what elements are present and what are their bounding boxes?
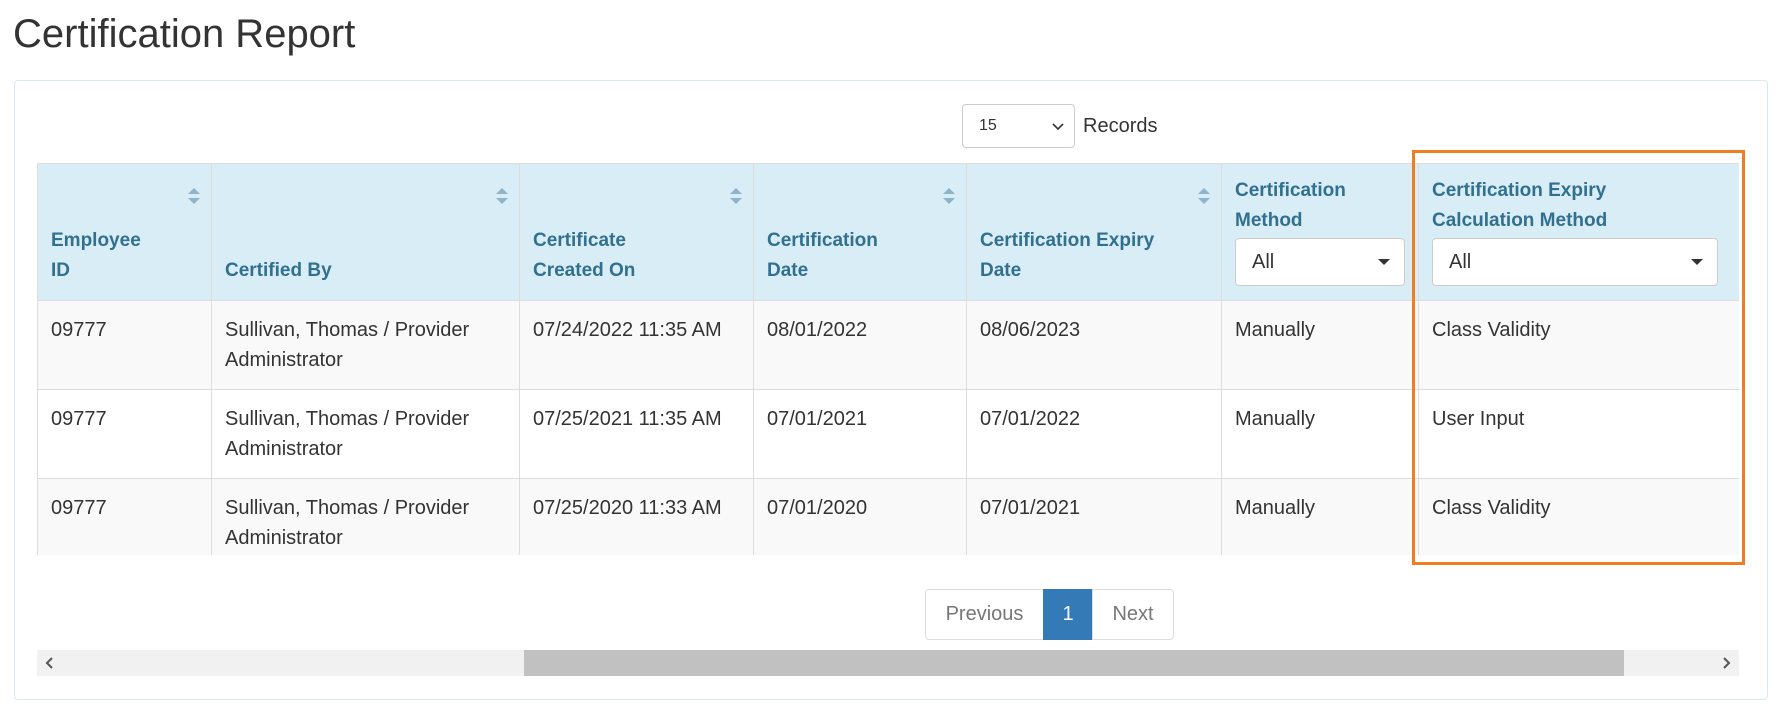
header-label: Certificate Created On xyxy=(533,230,636,281)
header-label: Certification Expiry Date xyxy=(980,230,1155,281)
cell-certified-by: Sullivan, Thomas / Provider Administrato… xyxy=(211,389,520,479)
cell-method: Manually xyxy=(1221,389,1419,479)
scroll-left-arrow[interactable] xyxy=(37,650,63,676)
header-expiry-calculation-method: Certification Expiry Calculation Method … xyxy=(1418,163,1739,301)
page-title: Certification Report xyxy=(13,12,356,56)
table-header-row: Employee ID Certified By Certificate Cre… xyxy=(37,163,1739,301)
filter-value: All xyxy=(1252,251,1275,273)
records-per-page: 15 Records xyxy=(962,104,1157,148)
filter-value: All xyxy=(1449,251,1472,273)
certification-method-filter[interactable]: All xyxy=(1235,238,1405,286)
sort-icon xyxy=(730,188,742,204)
header-label: Employee ID xyxy=(51,230,141,281)
records-select-value: 15 xyxy=(979,117,997,134)
cell-method: Manually xyxy=(1221,300,1419,390)
records-per-page-select[interactable]: 15 xyxy=(962,104,1075,148)
table-row: 09777 Sullivan, Thomas / Provider Admini… xyxy=(37,389,1739,479)
horizontal-scrollbar[interactable] xyxy=(37,650,1739,676)
header-label: Certification Date xyxy=(767,230,878,281)
cell-certification-date: 08/01/2022 xyxy=(753,300,967,390)
sort-icon xyxy=(943,188,955,204)
cell-method: Manually xyxy=(1221,478,1419,555)
certification-table: Employee ID Certified By Certificate Cre… xyxy=(37,163,1739,555)
cell-certification-date: 07/01/2021 xyxy=(753,389,967,479)
previous-page-button[interactable]: Previous xyxy=(925,589,1044,640)
cell-expiry-date: 08/06/2023 xyxy=(966,300,1222,390)
header-certification-date[interactable]: Certification Date xyxy=(753,163,967,301)
cell-employee-id: 09777 xyxy=(37,300,212,390)
records-label: Records xyxy=(1083,114,1158,137)
header-certification-method: Certification Method All xyxy=(1221,163,1419,301)
table-row: 09777 Sullivan, Thomas / Provider Admini… xyxy=(37,300,1739,390)
chevron-left-icon xyxy=(45,657,53,669)
page-1-button[interactable]: 1 xyxy=(1043,589,1093,640)
chevron-right-icon xyxy=(1723,657,1731,669)
cell-expiry-method: Class Validity xyxy=(1418,478,1739,555)
header-certification-expiry-date[interactable]: Certification Expiry Date xyxy=(966,163,1222,301)
cell-expiry-method: User Input xyxy=(1418,389,1739,479)
cell-certified-by: Sullivan, Thomas / Provider Administrato… xyxy=(211,478,520,555)
cell-employee-id: 09777 xyxy=(37,389,212,479)
certification-table-container: Employee ID Certified By Certificate Cre… xyxy=(37,163,1739,555)
cell-expiry-date: 07/01/2022 xyxy=(966,389,1222,479)
pagination: Previous 1 Next xyxy=(925,589,1174,640)
table-row: 09777 Sullivan, Thomas / Provider Admini… xyxy=(37,478,1739,555)
chevron-down-icon xyxy=(1052,123,1064,131)
cell-certification-date: 07/01/2020 xyxy=(753,478,967,555)
header-label: Certified By xyxy=(225,260,332,281)
sort-icon xyxy=(1198,188,1210,204)
cell-expiry-method: Class Validity xyxy=(1418,300,1739,390)
cell-employee-id: 09777 xyxy=(37,478,212,555)
cell-created-on: 07/25/2020 11:33 AM xyxy=(519,478,754,555)
cell-created-on: 07/25/2021 11:35 AM xyxy=(519,389,754,479)
header-label: Certification Method xyxy=(1235,180,1346,231)
caret-down-icon xyxy=(1378,259,1390,265)
sort-icon xyxy=(188,188,200,204)
header-label: Certification Expiry Calculation Method xyxy=(1432,180,1608,231)
caret-down-icon xyxy=(1691,259,1703,265)
scroll-right-arrow[interactable] xyxy=(1713,650,1739,676)
cell-created-on: 07/24/2022 11:35 AM xyxy=(519,300,754,390)
header-employee-id[interactable]: Employee ID xyxy=(37,163,212,301)
cell-certified-by: Sullivan, Thomas / Provider Administrato… xyxy=(211,300,520,390)
cell-expiry-date: 07/01/2021 xyxy=(966,478,1222,555)
header-certificate-created-on[interactable]: Certificate Created On xyxy=(519,163,754,301)
sort-icon xyxy=(496,188,508,204)
next-page-button[interactable]: Next xyxy=(1092,589,1174,640)
header-certified-by[interactable]: Certified By xyxy=(211,163,520,301)
scrollbar-thumb[interactable] xyxy=(524,650,1624,676)
expiry-calculation-method-filter[interactable]: All xyxy=(1432,238,1718,286)
